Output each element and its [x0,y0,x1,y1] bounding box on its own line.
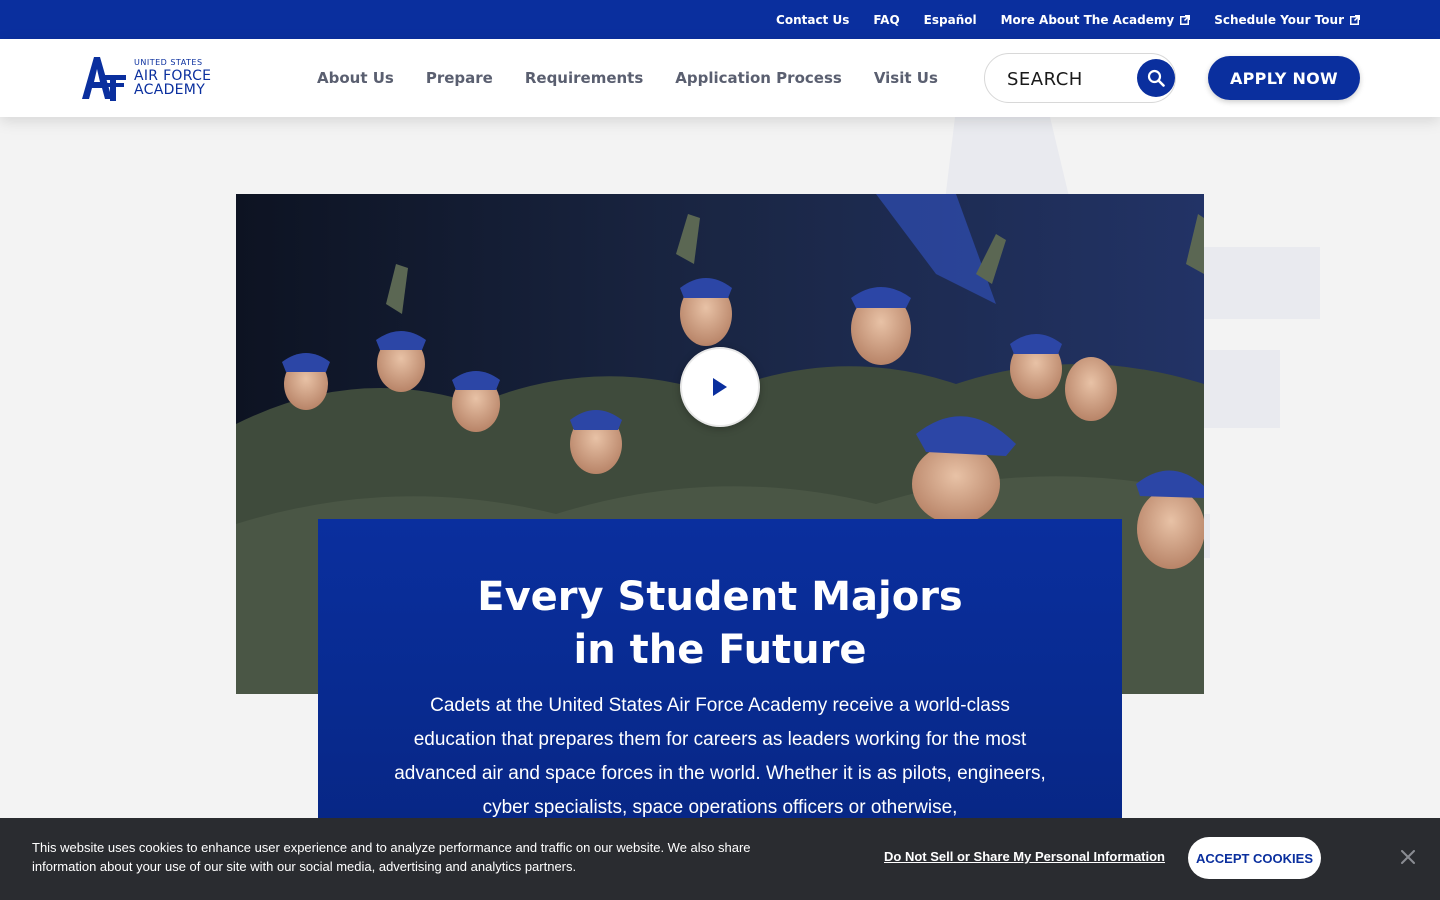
hero-title: Every Student Majors in the Future [477,574,963,673]
logo-line1: UNITED STATES [134,58,203,67]
external-link-icon [1350,14,1360,25]
search-input[interactable] [1007,64,1127,94]
cookie-banner: This website uses cookies to enhance use… [0,818,1440,900]
utility-bar: Contact Us FAQ Español More About The Ac… [0,0,1440,39]
play-video-button[interactable] [680,347,760,427]
close-banner-button[interactable] [1398,847,1418,867]
schedule-tour-label: Schedule Your Tour [1214,12,1344,27]
apply-now-button[interactable]: APPLY NOW [1208,56,1360,100]
faq-link[interactable]: FAQ [873,13,899,27]
hero-card: Every Student Majors in the Future Cadet… [318,519,1122,839]
logo-line3: ACADEMY [134,82,206,98]
close-icon [1401,850,1415,864]
nav-application-process[interactable]: Application Process [675,69,842,87]
cookie-text: This website uses cookies to enhance use… [32,840,751,874]
search-box [984,53,1176,103]
do-not-sell-link[interactable]: Do Not Sell or Share My Personal Informa… [884,849,1165,864]
search-button[interactable] [1137,59,1175,97]
usafa-logo[interactable]: UNITED STATES AIR FORCE ACADEMY [80,55,220,101]
utility-links: Contact Us FAQ Español More About The Ac… [776,0,1360,39]
search-icon [1147,69,1165,87]
contact-us-link[interactable]: Contact Us [776,13,849,27]
accept-cookies-button[interactable]: ACCEPT COOKIES [1188,837,1321,879]
nav-prepare[interactable]: Prepare [426,69,493,87]
main-nav: About Us Prepare Requirements Applicatio… [317,39,938,117]
play-icon [713,378,727,396]
hero-body: Cadets at the United States Air Force Ac… [394,695,1046,818]
espanol-link[interactable]: Español [924,13,977,27]
schedule-tour-link[interactable]: Schedule Your Tour [1214,13,1360,27]
more-about-label: More About The Academy [1000,12,1175,27]
contact-us-label: Contact Us [776,12,850,27]
faq-label: FAQ [873,12,900,27]
logo-wordmark: UNITED STATES AIR FORCE ACADEMY [134,58,212,98]
nav-visit-us[interactable]: Visit Us [874,69,938,87]
more-about-academy-link[interactable]: More About The Academy [1001,13,1191,27]
site-header: UNITED STATES AIR FORCE ACADEMY About Us… [0,39,1440,117]
logo-line2: AIR FORCE [134,68,212,84]
nav-requirements[interactable]: Requirements [525,69,643,87]
espanol-label: Español [923,12,977,27]
external-link-icon [1180,14,1191,25]
nav-about-us[interactable]: About Us [317,69,394,87]
af-logo-icon [82,57,126,101]
